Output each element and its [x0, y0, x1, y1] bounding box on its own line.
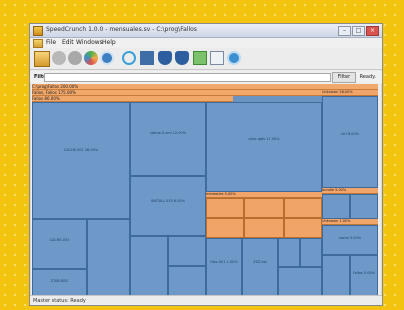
menu-edit[interactable]: Edit — [62, 39, 74, 46]
treemap-tile[interactable] — [278, 238, 300, 267]
filter-input[interactable] — [44, 73, 331, 82]
treemap-tile[interactable] — [284, 218, 322, 238]
app-menu-icon[interactable] — [33, 39, 43, 48]
tile-label: INSTALL.015 8.00% — [150, 199, 186, 204]
filter-button[interactable]: Filter — [332, 72, 356, 83]
tile-label: tiles.001 1.00% — [210, 260, 238, 265]
treemap-tile[interactable]: ZTAB.REG — [32, 269, 87, 296]
maximize-button[interactable]: □ — [352, 26, 365, 36]
tile-label: ZTAB.REG — [50, 279, 69, 283]
app-icon — [33, 26, 43, 36]
treemap-tile[interactable]: Fallos 5.00% — [350, 255, 378, 296]
bookmark-icon[interactable] — [210, 51, 224, 65]
treemap-tile[interactable]: ZZZ.idx — [242, 238, 278, 296]
treemap-tile[interactable] — [244, 218, 284, 238]
window-controls: – □ × — [338, 26, 379, 36]
refresh-icon[interactable] — [122, 51, 136, 65]
treemap-tile[interactable]: name 5.00% — [322, 225, 378, 255]
treemap-tile[interactable]: tiles.001 1.00% — [206, 238, 242, 296]
document-icon[interactable] — [140, 51, 154, 65]
tile-label: alloc.lgds 17.00% — [248, 137, 280, 142]
color-circle-icon[interactable] — [84, 51, 98, 65]
treemap-tile[interactable] — [322, 194, 350, 219]
app-window: SpeedCrunch 1.0.0 - mensuales.sv - C:\pr… — [29, 23, 383, 306]
folder-icon[interactable] — [34, 51, 50, 67]
gear-ball-icon[interactable] — [100, 51, 114, 65]
tile-label: ZZZ.idx — [253, 260, 267, 265]
treemap-tile[interactable]: ctrl 8.00% — [322, 96, 378, 188]
treemap-tile[interactable] — [168, 266, 206, 296]
menu-file[interactable]: File — [46, 39, 56, 46]
treemap-tile[interactable] — [168, 236, 206, 266]
tile-label: Fallos 5.00% — [353, 270, 375, 275]
tile-label: name 5.00% — [338, 236, 362, 241]
treemap-tile[interactable] — [300, 238, 322, 267]
treemap-tile[interactable] — [322, 255, 350, 296]
status-bar: Master status: Ready — [30, 295, 382, 305]
treemap-tile[interactable] — [350, 194, 378, 219]
treemap[interactable]: C:\prog\Fallos 200.00% Fallos, Fallos 17… — [32, 84, 378, 296]
shield-icon[interactable] — [158, 51, 172, 65]
gray-ball-icon[interactable] — [68, 51, 82, 65]
menu-help[interactable]: Help — [102, 39, 116, 46]
chart-icon[interactable] — [193, 51, 207, 65]
menu-bar: File Edit Windows Help — [30, 38, 382, 48]
title-bar: SpeedCrunch 1.0.0 - mensuales.sv - C:\pr… — [30, 24, 382, 38]
treemap-tile[interactable] — [206, 198, 244, 218]
status-text: Master status: Ready — [33, 298, 86, 304]
ready-status: Ready. — [359, 74, 376, 80]
treemap-tile[interactable]: CACHE.001 38.00% — [32, 102, 130, 219]
treemap-tile[interactable] — [206, 218, 244, 238]
treemap-tile[interactable] — [284, 198, 322, 218]
plus-icon[interactable] — [227, 51, 241, 65]
treemap-tile[interactable] — [130, 236, 168, 296]
treemap-tile[interactable]: alloc.lgds 17.00% — [206, 102, 322, 192]
menu-windows[interactable]: Windows — [76, 39, 103, 46]
window-title: SpeedCrunch 1.0.0 - mensuales.sv - C:\pr… — [46, 26, 197, 33]
tile-label: ctrl 8.00% — [341, 132, 359, 136]
treemap-tile[interactable]: INSTALL.015 8.00% — [130, 176, 206, 236]
filter-bar: Filter Filter Ready. — [30, 71, 382, 83]
treemap-tile[interactable] — [87, 219, 130, 296]
toolbar — [30, 49, 382, 70]
treemap-tile[interactable] — [278, 267, 322, 296]
tile-label: CACHE.001 38.00% — [63, 148, 99, 152]
treemap-tile[interactable]: CACHE.003 — [32, 219, 87, 269]
treemap-tile[interactable]: status.0.xml 12.00% — [130, 102, 206, 176]
shield-icon[interactable] — [175, 51, 189, 65]
close-button[interactable]: × — [366, 26, 379, 36]
tile-label: status.0.xml 12.00% — [149, 130, 187, 135]
gray-ball-icon[interactable] — [52, 51, 66, 65]
minimize-button[interactable]: – — [338, 26, 351, 36]
tile-label: CACHE.003 — [49, 238, 70, 243]
treemap-tile[interactable] — [244, 198, 284, 218]
